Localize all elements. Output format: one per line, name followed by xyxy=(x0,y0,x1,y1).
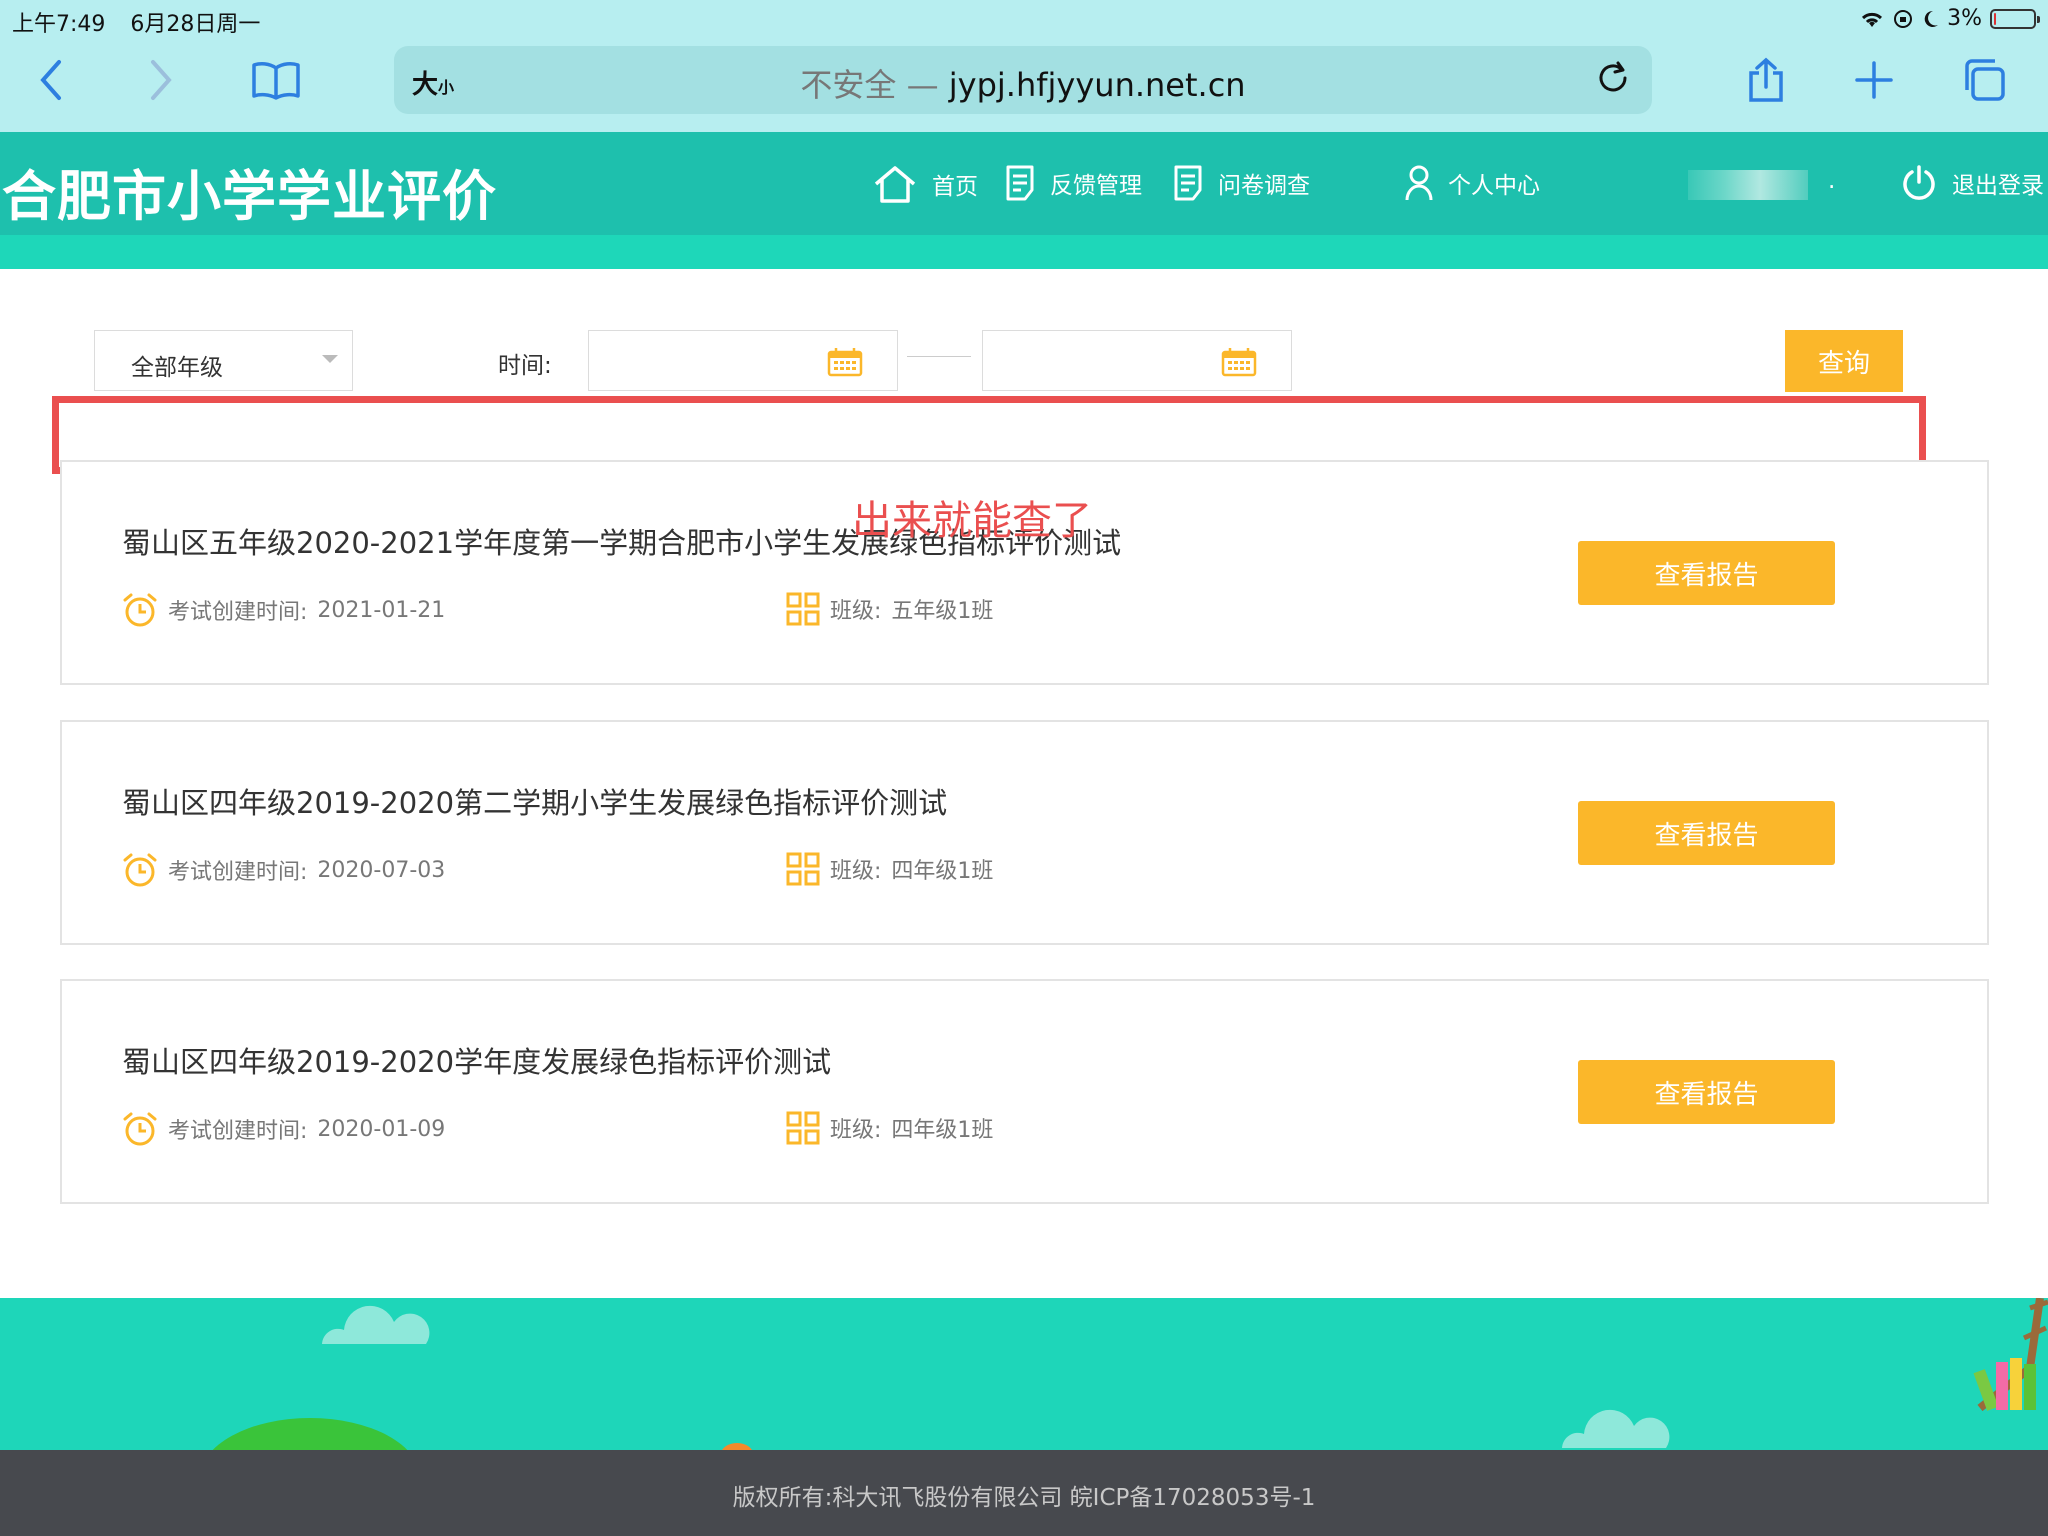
alarm-clock-icon xyxy=(123,593,157,627)
footer-bar: 版权所有:科大讯飞股份有限公司 皖ICP备17028053号-1 xyxy=(0,1450,2048,1536)
home-icon xyxy=(874,166,916,203)
chevron-right-icon xyxy=(151,60,172,100)
chevron-left-icon xyxy=(40,60,61,100)
hill-shape xyxy=(212,1418,408,1450)
grid-icon xyxy=(786,592,820,626)
status-time: 上午7:49 xyxy=(12,12,106,37)
class-value: 五年级1班 xyxy=(891,599,994,624)
class-label: 班级: xyxy=(830,859,882,884)
footer-illustration xyxy=(0,1298,2048,1450)
report-class: 班级: 四年级1班 xyxy=(786,852,993,886)
forward-button[interactable] xyxy=(130,50,190,110)
cloud-icon xyxy=(322,1305,430,1344)
nav-profile[interactable]: 个人中心 xyxy=(1404,164,1540,202)
battery-icon xyxy=(1990,8,2040,29)
report-card: 蜀山区四年级2019-2020第二学期小学生发展绿色指标评价测试 考试创建时间:… xyxy=(60,720,1989,945)
tabs-button[interactable] xyxy=(1954,50,2014,110)
share-icon xyxy=(1749,57,1783,102)
reload-icon[interactable] xyxy=(1594,60,1634,100)
url-text[interactable]: 不安全 — jypj.hfjyyun.net.cn xyxy=(394,60,1652,106)
tree-with-books-illustration xyxy=(1973,1298,2048,1412)
new-tab-button[interactable] xyxy=(1844,50,1904,110)
created-label: 考试创建时间: xyxy=(168,600,308,625)
report-title: 蜀山区四年级2019-2020第二学期小学生发展绿色指标评价测试 xyxy=(122,786,948,820)
alarm-clock-icon xyxy=(123,853,157,887)
caret-down-icon xyxy=(322,355,338,363)
created-date: 2020-07-03 xyxy=(317,857,446,883)
site-title: 合肥市小学学业评价 xyxy=(2,165,497,228)
created-label: 考试创建时间: xyxy=(168,860,308,885)
orientation-lock-icon xyxy=(1894,9,1913,28)
grid-icon xyxy=(786,852,820,886)
nav-logout[interactable]: 退出登录 xyxy=(1900,164,2044,202)
status-date: 6月28日周一 xyxy=(130,12,261,37)
calendar-icon[interactable] xyxy=(827,347,863,377)
sun-shape xyxy=(722,1443,752,1450)
user-icon xyxy=(1405,165,1433,201)
nav-profile-label: 个人中心 xyxy=(1448,173,1540,199)
view-report-button[interactable]: 查看报告 xyxy=(1578,801,1835,865)
browser-chrome: 上午7:49 6月28日周一 3% 大小 不安全 — jypj.hfjyyun.… xyxy=(0,0,2048,132)
power-icon xyxy=(1903,165,1935,200)
view-report-button[interactable]: 查看报告 xyxy=(1578,541,1835,605)
nav-feedback-label: 反馈管理 xyxy=(1050,173,1142,199)
time-label: 时间: xyxy=(498,353,552,379)
site-header: 合肥市小学学业评价 首页 反馈管理 问卷调查 个人中心 . 退出登录 xyxy=(0,132,2048,235)
class-label: 班级: xyxy=(830,599,882,624)
view-report-button[interactable]: 查看报告 xyxy=(1578,1060,1835,1124)
cloud-icon xyxy=(1562,1409,1670,1448)
book-icon xyxy=(252,62,300,100)
grid-icon xyxy=(786,1111,820,1145)
report-created: 考试创建时间: 2020-07-03 xyxy=(122,852,445,888)
nav-survey[interactable]: 问卷调查 xyxy=(1172,164,1310,202)
class-value: 四年级1班 xyxy=(891,859,994,884)
nav-feedback[interactable]: 反馈管理 xyxy=(1004,164,1142,202)
created-label: 考试创建时间: xyxy=(168,1119,308,1144)
username-redacted xyxy=(1688,170,1808,200)
grade-select-value: 全部年级 xyxy=(131,355,223,381)
tabs-icon xyxy=(1965,59,2005,101)
grade-select[interactable]: 全部年级 xyxy=(94,330,353,391)
address-bar[interactable]: 大小 不安全 — jypj.hfjyyun.net.cn xyxy=(394,46,1652,114)
nav-home-label: 首页 xyxy=(932,174,978,200)
bookmarks-button[interactable] xyxy=(246,50,306,110)
class-label: 班级: xyxy=(830,1118,882,1143)
battery-level xyxy=(1994,12,1996,25)
nav-survey-label: 问卷调查 xyxy=(1218,173,1310,199)
copyright-text: 版权所有:科大讯飞股份有限公司 皖ICP备17028053号-1 xyxy=(732,1485,1316,1511)
status-bar: 上午7:49 6月28日周一 3% xyxy=(0,0,2048,37)
username-dot: . xyxy=(1828,168,1836,194)
annotation-text: 出来就能查了 xyxy=(852,498,1092,544)
report-created: 考试创建时间: 2021-01-21 xyxy=(122,592,445,628)
report-created: 考试创建时间: 2020-01-09 xyxy=(122,1111,445,1147)
header-subbar xyxy=(0,235,2048,269)
battery-percent: 3% xyxy=(1947,6,1982,31)
calendar-icon[interactable] xyxy=(1221,347,1257,377)
back-button[interactable] xyxy=(22,50,82,110)
query-button[interactable]: 查询 xyxy=(1785,330,1903,392)
report-card: 蜀山区四年级2019-2020学年度发展绿色指标评价测试 考试创建时间: 202… xyxy=(60,979,1989,1204)
class-value: 四年级1班 xyxy=(891,1118,994,1143)
date-range-separator xyxy=(907,356,971,357)
report-title: 蜀山区四年级2019-2020学年度发展绿色指标评价测试 xyxy=(122,1045,832,1079)
end-date-input[interactable] xyxy=(982,330,1292,391)
survey-icon xyxy=(1174,165,1202,201)
nav-home[interactable]: 首页 xyxy=(872,164,978,204)
created-date: 2020-01-09 xyxy=(317,1116,446,1142)
plus-icon xyxy=(1855,61,1893,99)
report-class: 班级: 四年级1班 xyxy=(786,1111,993,1145)
created-date: 2021-01-21 xyxy=(317,597,446,623)
document-edit-icon xyxy=(1006,165,1034,201)
share-button[interactable] xyxy=(1736,50,1796,110)
moon-icon xyxy=(1924,10,1939,27)
wifi-icon xyxy=(1862,12,1883,27)
alarm-clock-icon xyxy=(123,1112,157,1146)
report-class: 班级: 五年级1班 xyxy=(786,592,993,626)
start-date-input[interactable] xyxy=(588,330,898,391)
nav-logout-label: 退出登录 xyxy=(1952,173,2044,199)
